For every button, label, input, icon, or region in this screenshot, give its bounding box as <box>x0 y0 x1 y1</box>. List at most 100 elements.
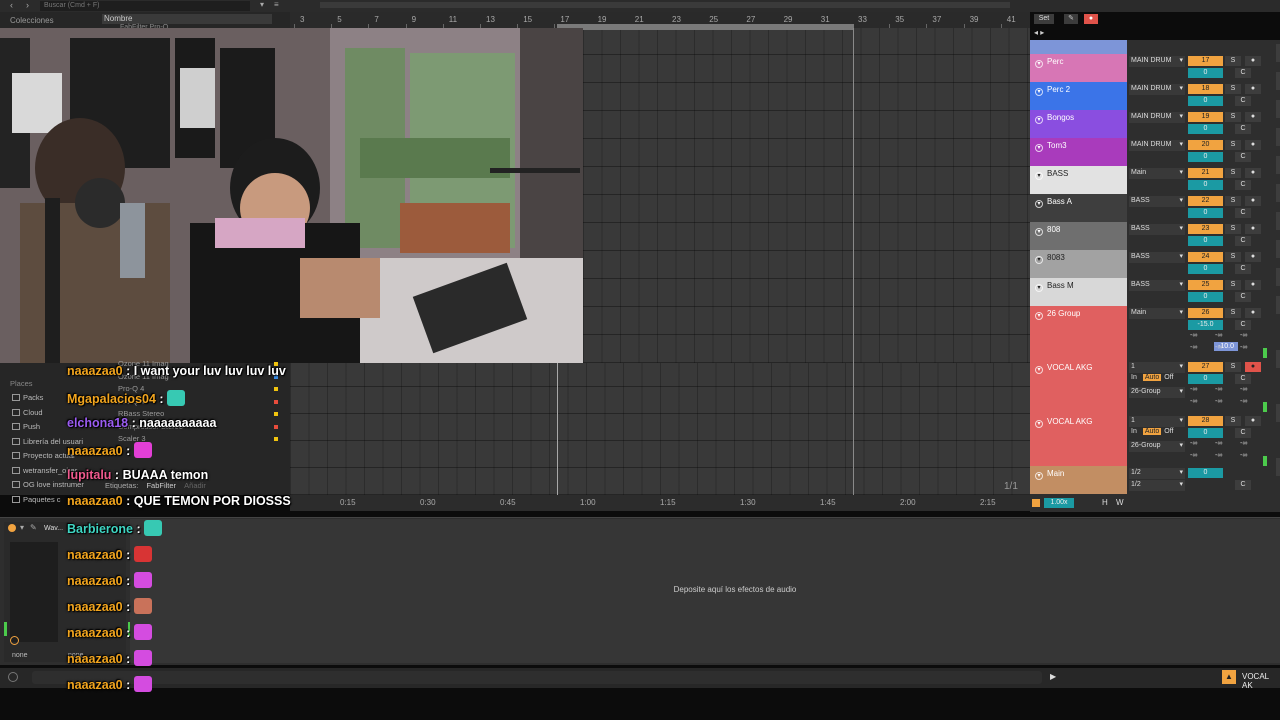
place-item[interactable]: Push <box>12 422 40 431</box>
add-tag-button[interactable]: Añadir <box>184 481 206 490</box>
output-routing[interactable]: MAIN DRUM ▾ <box>1129 56 1185 67</box>
h-toggle[interactable]: H <box>1102 498 1108 507</box>
solo-button[interactable]: S <box>1225 362 1241 372</box>
output-routing-secondary[interactable]: 1/2 ▾ <box>1129 480 1185 491</box>
output-routing[interactable]: MAIN DRUM ▾ <box>1129 84 1185 95</box>
overview-scrollbar[interactable] <box>320 2 1010 8</box>
name-column-header[interactable]: Nombre <box>102 14 272 24</box>
output-routing[interactable]: 1/2 ▾ <box>1129 468 1185 479</box>
solo-button[interactable]: S <box>1225 196 1241 206</box>
fold-icon[interactable]: ▾ <box>1035 284 1043 292</box>
volume-field[interactable]: 0 <box>1188 96 1223 106</box>
track-activator[interactable]: 20 <box>1188 140 1223 150</box>
monitor-auto[interactable]: Auto <box>1142 374 1162 381</box>
arm-button[interactable]: ● <box>1245 84 1261 94</box>
solo-button[interactable]: S <box>1225 168 1241 178</box>
output-routing[interactable]: MAIN DRUM ▾ <box>1129 112 1185 123</box>
arrangement-view-upper[interactable] <box>583 28 1030 363</box>
arm-button[interactable]: ● <box>1245 252 1261 262</box>
solo-button[interactable]: S <box>1225 84 1241 94</box>
fold-icon[interactable]: ▾ <box>1035 366 1043 374</box>
place-item[interactable]: Paquetes c <box>12 495 61 504</box>
track-activator[interactable]: 21 <box>1188 168 1223 178</box>
solo-button[interactable]: S <box>1225 252 1241 262</box>
pan-knob[interactable]: C <box>1235 68 1251 78</box>
fold-icon[interactable]: ▾ <box>1035 88 1043 96</box>
solo-button[interactable]: S <box>1225 308 1241 318</box>
fold-icon[interactable]: ▾ <box>1035 312 1043 320</box>
arm-button[interactable]: ● <box>1245 112 1261 122</box>
arm-button[interactable]: ● <box>1245 362 1261 372</box>
loop-brace[interactable] <box>557 24 854 30</box>
fold-icon[interactable]: ▾ <box>1035 172 1043 180</box>
volume-field[interactable]: 0 <box>1188 152 1223 162</box>
pencil-icon[interactable]: ✎ <box>1064 14 1078 24</box>
monitor-in[interactable]: In <box>1131 374 1137 381</box>
solo-button[interactable]: S <box>1225 140 1241 150</box>
output-routing[interactable]: 1 ▾ <box>1129 416 1185 427</box>
volume-field[interactable]: 0 <box>1188 68 1223 78</box>
arm-button[interactable]: ● <box>1245 280 1261 290</box>
place-item[interactable]: Proyecto actual <box>12 451 75 460</box>
mixer-track-header[interactable]: ▾ Bass A <box>1030 194 1127 222</box>
scroll-arrows-icon[interactable]: ◂ ▸ <box>1034 28 1044 37</box>
monitor-in[interactable]: In <box>1131 428 1137 435</box>
pan-knob[interactable]: C <box>1235 264 1251 274</box>
solo-button[interactable]: S <box>1225 112 1241 122</box>
output-routing-secondary[interactable]: 26-Group ▾ <box>1129 387 1185 398</box>
output-routing[interactable]: Main ▾ <box>1129 308 1185 319</box>
arm-button[interactable]: ● <box>1245 168 1261 178</box>
dropdown-chevron-icon[interactable]: ▾ <box>260 0 264 9</box>
pan-knob[interactable]: C <box>1235 96 1251 106</box>
menu-icon[interactable]: ≡ <box>274 0 279 9</box>
arm-button[interactable]: ● <box>1245 308 1261 318</box>
mixer-track-header[interactable]: ▾ Perc 2 <box>1030 82 1127 110</box>
output-routing-secondary[interactable]: 26-Group ▾ <box>1129 441 1185 452</box>
arm-button[interactable]: ● <box>1245 140 1261 150</box>
warp-marker-icon[interactable] <box>10 636 19 645</box>
zoom-icon[interactable] <box>1032 499 1040 507</box>
pan-knob[interactable]: C <box>1235 320 1251 330</box>
fold-icon[interactable]: ▾ <box>1035 420 1043 428</box>
track-activator[interactable]: 19 <box>1188 112 1223 122</box>
arrangement-view-lower[interactable] <box>290 363 1030 495</box>
clip-waveform-box[interactable] <box>10 542 58 642</box>
mixer-track-header[interactable]: ▾ Tom3 <box>1030 138 1127 166</box>
fold-icon[interactable]: ▾ <box>1035 472 1043 480</box>
mixer-track-header[interactable]: ▾ VOCAL AKG <box>1030 414 1127 468</box>
device-drop-area[interactable]: Deposite aquí los efectos de audio <box>130 519 1280 663</box>
monitor-off[interactable]: Off <box>1164 428 1173 435</box>
track-activator[interactable]: 18 <box>1188 84 1223 94</box>
edit-icon[interactable]: ✎ <box>30 523 37 532</box>
arm-button[interactable]: ● <box>1245 196 1261 206</box>
time-ruler[interactable]: 0:15 0:30 0:45 1:00 1:15 1:30 1:45 2:00 2:15 <box>290 495 1030 511</box>
volume-field[interactable]: 0 <box>1188 374 1223 384</box>
pan-knob[interactable]: C <box>1235 152 1251 162</box>
fold-icon[interactable]: ▾ <box>1035 200 1043 208</box>
arm-button[interactable]: ● <box>1245 416 1261 426</box>
pan-knob[interactable]: C <box>1235 480 1251 490</box>
pan-knob[interactable]: C <box>1235 374 1251 384</box>
track-activator[interactable]: 17 <box>1188 56 1223 66</box>
zoom-value[interactable]: 1.00x <box>1044 498 1074 508</box>
mixer-track-header[interactable]: ▾ 26 Group <box>1030 306 1127 360</box>
track-activator[interactable]: 24 <box>1188 252 1223 262</box>
output-routing[interactable]: BASS ▾ <box>1129 196 1185 207</box>
play-icon[interactable]: ▶ <box>1050 672 1056 681</box>
none-left[interactable]: none <box>12 652 28 659</box>
info-icon[interactable] <box>8 672 18 682</box>
volume-field[interactable]: 0 <box>1188 428 1223 438</box>
volume-field[interactable]: 0 <box>1188 124 1223 134</box>
tag-chip[interactable]: FabFilter <box>146 481 176 490</box>
fold-icon[interactable]: ▾ <box>1035 144 1043 152</box>
back-arrow-icon[interactable]: ‹ <box>10 0 13 10</box>
fold-icon[interactable]: ▾ <box>1035 256 1043 264</box>
mixer-track-header[interactable]: ▾ 8083 <box>1030 250 1127 278</box>
output-routing[interactable]: Main ▾ <box>1129 168 1185 179</box>
mixer-track-header[interactable]: ▾ Main <box>1030 466 1127 494</box>
pan-knob[interactable]: C <box>1235 236 1251 246</box>
volume-field[interactable]: 0 <box>1188 292 1223 302</box>
arm-button[interactable]: ● <box>1245 224 1261 234</box>
output-routing[interactable]: BASS ▾ <box>1129 224 1185 235</box>
fold-icon[interactable]: ▾ <box>1035 116 1043 124</box>
